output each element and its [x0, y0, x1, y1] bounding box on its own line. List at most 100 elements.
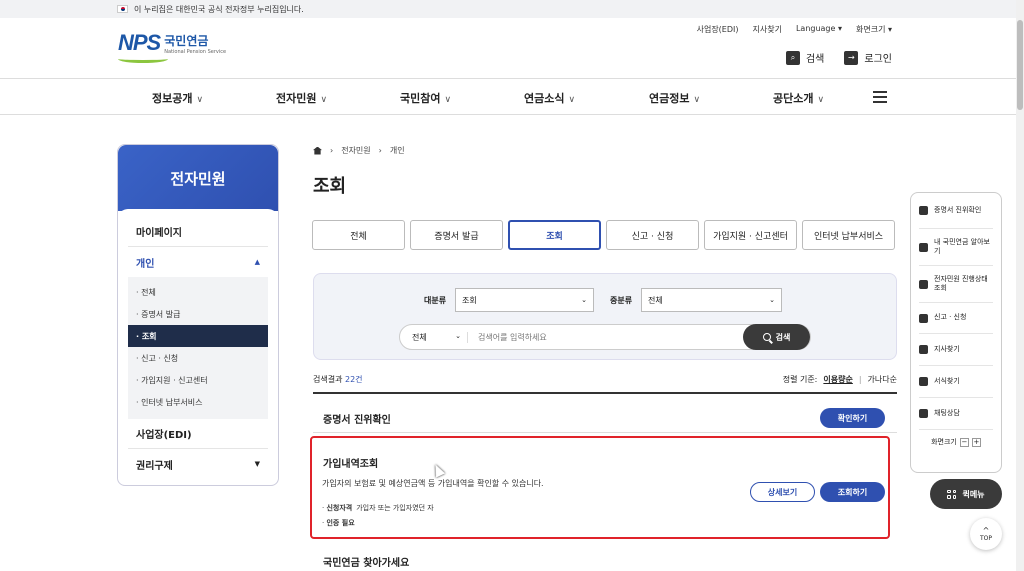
nps-logo[interactable]: NPS 국민연금 National Pension Service — [118, 30, 226, 63]
search-button[interactable]: ⌕ 검색 — [785, 50, 824, 65]
util-link-language[interactable]: Language ▾ — [796, 24, 842, 35]
gnb-info-disclosure[interactable]: 정보공개 ∨ — [152, 90, 203, 106]
keyword-search-button[interactable]: 검색 — [743, 324, 810, 350]
building-icon — [919, 345, 928, 354]
side-nav-mypage[interactable]: 마이페이지 — [128, 217, 268, 247]
home-icon[interactable] — [313, 146, 322, 155]
detail-button[interactable]: 상세보기 — [750, 482, 815, 502]
search-panel: 대분류 조회 ⌄ 중분류 전체 ⌄ 전체 ⌄ 검색 — [313, 273, 897, 360]
scroll-top-button[interactable]: ^ TOP — [970, 518, 1002, 550]
pencil-icon — [919, 313, 928, 323]
gnb-label: 연금정보 — [649, 92, 690, 105]
side-nav-sub-report[interactable]: · 신고 · 신청 — [128, 347, 268, 369]
side-nav-label: 마이페이지 — [136, 228, 182, 239]
tab-inquiry[interactable]: 조회 — [508, 220, 601, 250]
search-icon: ⌕ — [785, 50, 800, 65]
search-scope-select[interactable]: 전체 ⌄ — [400, 331, 468, 343]
result-count-prefix: 검색결과 — [313, 375, 343, 384]
util-link-branch[interactable]: 지사찾기 — [753, 24, 782, 35]
hamburger-menu-icon[interactable] — [873, 91, 887, 103]
quick-item-chat[interactable]: 채팅상담 — [919, 398, 993, 430]
gnb-e-civil[interactable]: 전자민원 ∨ — [276, 90, 327, 106]
util-link-font-size[interactable]: 화면크기 ▾ — [856, 24, 892, 35]
chevron-down-icon: ∨ — [444, 95, 452, 105]
logo-swoosh-icon — [118, 55, 168, 63]
font-increase-button[interactable]: + — [971, 437, 981, 447]
chat-icon — [919, 409, 928, 418]
chevron-down-icon: ⌄ — [455, 331, 461, 340]
quick-menu-button[interactable]: 퀵메뉴 — [930, 479, 1002, 509]
form-icon — [919, 377, 928, 386]
main-nav: 정보공개 ∨ 전자민원 ∨ 국민참여 ∨ 연금소식 ∨ 연금정보 ∨ 공단소개 ∨ — [0, 80, 1016, 115]
item-title: 국민연금 찾아가세요 — [323, 558, 410, 569]
quick-item-my-pension[interactable]: 내 국민연금 알아보기 — [919, 229, 993, 266]
confirm-button[interactable]: 확인하기 — [820, 408, 885, 428]
item-eligibility: · 신청자격 가입자 또는 가입자였던 자 — [322, 504, 434, 512]
gnb-label: 정보공개 — [152, 92, 193, 105]
font-size-label: 화면크기 — [931, 438, 957, 446]
major-category-value: 조회 — [462, 295, 477, 305]
search-input[interactable] — [478, 332, 738, 342]
result-summary: 검색결과 22건 정렬 기준: 이용량순 | 가나다순 — [313, 374, 897, 385]
login-icon: → — [844, 50, 859, 65]
tab-report[interactable]: 신고 · 신청 — [606, 220, 699, 250]
side-nav-label: 사업장(EDI) — [136, 430, 192, 441]
item-description: 가입자의 보험료 및 예상연금액 등 가입내역을 확인할 수 있습니다. — [322, 479, 544, 488]
item-auth: · 인증 필요 — [322, 519, 355, 527]
search-icon — [762, 333, 771, 341]
side-nav-sub-all[interactable]: · 전체 — [128, 281, 268, 303]
item-title: 가입내역조회 — [323, 459, 379, 470]
tab-all[interactable]: 전체 — [312, 220, 405, 250]
quick-item-progress[interactable]: 전자민원 진행상태조회 — [919, 266, 993, 303]
logo-en: National Pension Service — [164, 48, 227, 55]
quick-item-branch[interactable]: 지사찾기 — [919, 334, 993, 366]
quick-item-certificate-verify[interactable]: 증명서 진위확인 — [919, 193, 993, 229]
chevron-down-icon: ▼ — [254, 460, 260, 468]
side-nav-rights[interactable]: 권리구제 ▼ — [128, 449, 268, 479]
side-nav-individual[interactable]: 개인 ▲ — [128, 247, 268, 277]
font-decrease-button[interactable]: − — [959, 437, 969, 447]
login-button[interactable]: → 로그인 — [844, 50, 892, 65]
chevron-down-icon: ⌄ — [769, 296, 775, 304]
side-nav-workplace[interactable]: 사업장(EDI) — [128, 419, 268, 449]
quick-item-label: 증명서 진위확인 — [934, 205, 982, 214]
tab-certificate[interactable]: 증명서 발급 — [410, 220, 503, 250]
quick-item-forms[interactable]: 서식찾기 — [919, 366, 993, 398]
quick-menu-label: 퀵메뉴 — [962, 489, 985, 499]
breadcrumb-item[interactable]: 개인 — [390, 145, 405, 156]
sort-options: 정렬 기준: 이용량순 | 가나다순 — [777, 374, 897, 385]
logo-ko: 국민연금 — [164, 33, 209, 48]
logo-mark: NPS — [118, 30, 161, 55]
side-nav-sub-certificate[interactable]: · 증명서 발급 — [128, 303, 268, 325]
page-scrollbar[interactable] — [1016, 0, 1024, 571]
util-link-edi[interactable]: 사업장(EDI) — [697, 24, 739, 35]
sort-by-alpha[interactable]: 가나다순 — [868, 375, 897, 384]
results-top-rule — [313, 392, 897, 394]
gnb-news[interactable]: 연금소식 ∨ — [524, 90, 575, 106]
chevron-down-icon: ∨ — [568, 95, 576, 105]
gnb-pension-info[interactable]: 연금정보 ∨ — [649, 90, 700, 106]
eligibility-label: 신청자격 — [326, 504, 353, 512]
quick-item-label: 지사찾기 — [934, 344, 960, 353]
tab-support[interactable]: 가입지원 · 신고센터 — [704, 220, 797, 250]
minor-category-value: 전체 — [648, 295, 663, 305]
document-icon — [919, 242, 928, 252]
gnb-participation[interactable]: 국민참여 ∨ — [400, 90, 451, 106]
quick-item-label: 채팅상담 — [934, 408, 960, 417]
side-nav-sub-inquiry[interactable]: · 조회 — [128, 325, 268, 347]
side-nav-sub-payment[interactable]: · 인터넷 납부서비스 — [128, 391, 268, 413]
sort-by-usage[interactable]: 이용량순 — [823, 375, 852, 384]
minor-category-select[interactable]: 전체 ⌄ — [641, 288, 782, 312]
quick-item-report[interactable]: 신고 · 신청 — [919, 303, 993, 334]
quick-item-label: 내 국민연금 알아보기 — [934, 237, 990, 255]
category-tabs: 전체 증명서 발급 조회 신고 · 신청 가입지원 · 신고센터 인터넷 납부서… — [312, 220, 895, 250]
scrollbar-thumb[interactable] — [1017, 20, 1023, 110]
tab-payment[interactable]: 인터넷 납부서비스 — [802, 220, 895, 250]
side-nav-sub-support[interactable]: · 가입지원 · 신고센터 — [128, 369, 268, 391]
gnb-about[interactable]: 공단소개 ∨ — [773, 90, 824, 106]
major-category-select[interactable]: 조회 ⌄ — [455, 288, 594, 312]
logo-text: 국민연금 National Pension Service — [164, 32, 226, 55]
breadcrumb-item[interactable]: 전자민원 — [341, 145, 370, 156]
query-button[interactable]: 조회하기 — [820, 482, 885, 502]
breadcrumb: › 전자민원 › 개인 — [313, 145, 405, 156]
